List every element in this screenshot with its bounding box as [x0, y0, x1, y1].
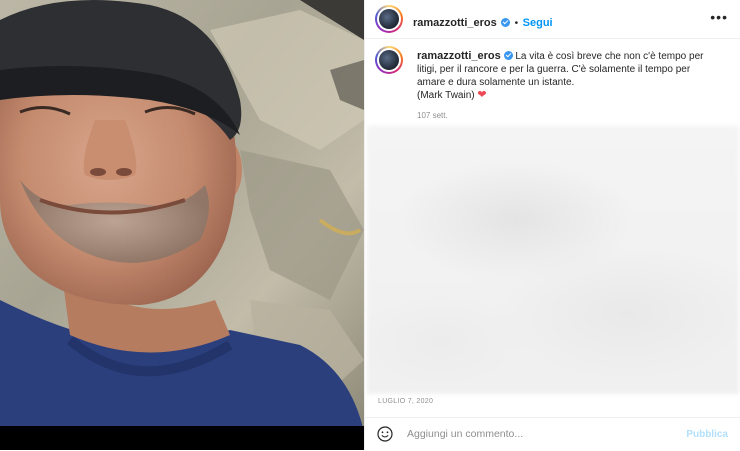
separator-dot: •	[514, 18, 519, 29]
more-options-icon[interactable]: •••	[710, 10, 728, 24]
post-photo[interactable]	[0, 0, 364, 450]
verified-badge-icon	[501, 18, 511, 27]
heart-emoji: ❤	[477, 89, 487, 101]
blurred-comments-area	[367, 126, 739, 394]
publish-button[interactable]: Pubblica	[686, 429, 728, 440]
post-date[interactable]: LUGLIO 7, 2020	[378, 398, 433, 405]
follow-button[interactable]: Segui	[523, 17, 553, 29]
emoji-icon[interactable]	[377, 426, 393, 442]
caption-username-link[interactable]: ramazzotti_eros	[417, 50, 501, 62]
post-details-panel: ramazzotti_eros • Segui ••• ramazzotti_e…	[364, 0, 740, 450]
instagram-post-view: ramazzotti_eros • Segui ••• ramazzotti_e…	[0, 0, 740, 450]
time-ago-label[interactable]: 107 sett.	[417, 111, 448, 120]
caption-text-block: ramazzotti_eros La vita è così breve che…	[417, 50, 717, 102]
comment-bar: Pubblica	[365, 417, 740, 451]
caption-avatar[interactable]	[375, 46, 403, 74]
post-header: ramazzotti_eros • Segui •••	[365, 0, 740, 39]
verified-badge-icon	[503, 51, 513, 60]
avatar[interactable]	[375, 5, 403, 33]
username-link[interactable]: ramazzotti_eros	[413, 17, 497, 29]
selfie-image	[0, 0, 364, 432]
comment-input[interactable]	[407, 426, 637, 442]
